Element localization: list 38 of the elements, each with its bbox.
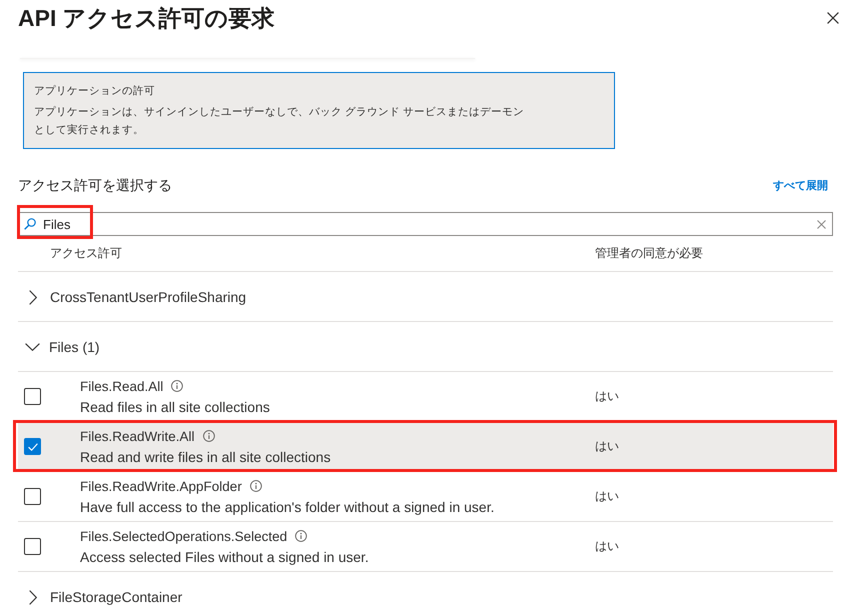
checkbox[interactable] <box>24 538 41 555</box>
search-field[interactable]: Files <box>18 212 833 236</box>
info-text: アプリケーションは、サインインしたユーザーなしで、バック グラウンド サービスまたはデーモンとして実行されます。 <box>34 105 525 138</box>
permission-description: Read and write files in all site collections <box>80 448 331 466</box>
clear-icon[interactable] <box>817 220 826 229</box>
info-icon[interactable] <box>202 430 215 442</box>
chevron-right-icon <box>29 290 37 305</box>
column-header: アクセス許可 <box>50 245 122 262</box>
permission-name: Files.SelectedOperations.Selected <box>80 528 288 544</box>
permission-description: Read files in all site collections <box>80 398 270 416</box>
info-title: アプリケーションの許可 <box>34 84 155 99</box>
admin-consent-value: はい <box>595 388 619 405</box>
column-header: 管理者の同意が必要 <box>595 245 703 262</box>
section-title: アクセス許可を選択する <box>18 176 172 195</box>
checkmark-icon <box>28 442 38 450</box>
admin-consent-value: はい <box>595 438 619 455</box>
search-icon <box>24 218 36 230</box>
chevron-down-icon <box>25 343 40 351</box>
chevron-right-icon <box>29 590 37 605</box>
info-icon[interactable] <box>171 380 184 392</box>
expand-all-link[interactable]: すべて展開 <box>773 178 828 192</box>
info-icon[interactable] <box>295 530 308 542</box>
permission-name: Files.Read.All <box>80 378 164 394</box>
permission-group-toggle[interactable]: Files (1) <box>18 322 833 372</box>
checkbox[interactable] <box>24 488 41 505</box>
dialog-title: API アクセス許可の要求 <box>18 4 275 33</box>
permission-group-toggle[interactable]: CrossTenantUserProfileSharing <box>18 272 833 322</box>
admin-consent-value: はい <box>595 488 619 505</box>
admin-consent-value: はい <box>595 538 619 555</box>
permission-name: Files.ReadWrite.AppFolder <box>80 478 242 494</box>
checkbox[interactable] <box>24 388 41 405</box>
permission-description: Have full access to the application's folder without a signed in user. <box>80 498 494 516</box>
permission-group-toggle[interactable]: FileStorageContainer <box>18 572 833 607</box>
permission-description: Access selected Files without a signed in user. <box>80 548 369 566</box>
close-icon <box>827 12 839 24</box>
permission-name: Files.ReadWrite.All <box>80 428 195 444</box>
checkbox[interactable] <box>24 438 41 455</box>
info-icon[interactable] <box>250 480 262 492</box>
